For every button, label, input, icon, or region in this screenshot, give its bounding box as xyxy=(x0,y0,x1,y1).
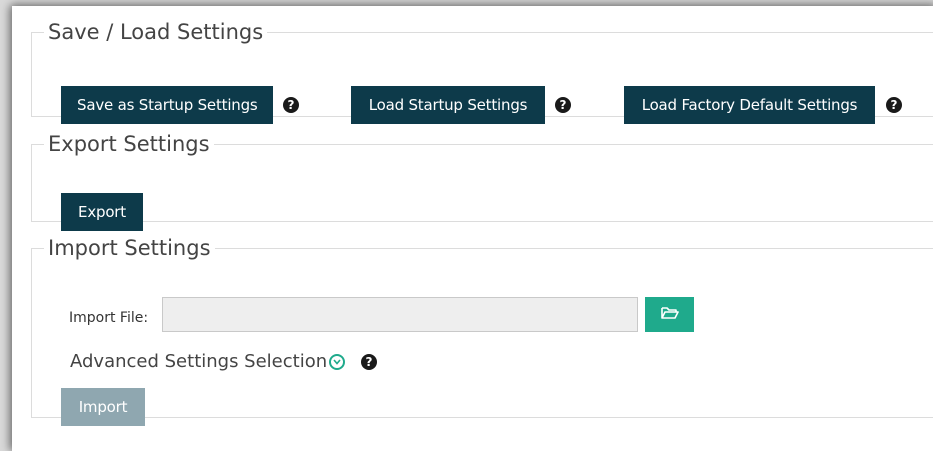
load-factory-default-button[interactable]: Load Factory Default Settings xyxy=(624,86,875,124)
load-factory-help-icon[interactable]: ? xyxy=(886,97,902,113)
save-startup-help-icon[interactable]: ? xyxy=(283,97,299,113)
advanced-settings-help-icon[interactable]: ? xyxy=(361,354,377,370)
advanced-settings-label: Advanced Settings Selection xyxy=(70,351,328,372)
export-legend: Export Settings xyxy=(48,132,210,156)
import-button[interactable]: Import xyxy=(61,388,145,426)
save-load-legend: Save / Load Settings xyxy=(48,20,264,44)
import-settings-section: Import Settings Import File: Advanced Se… xyxy=(31,236,933,426)
import-legend: Import Settings xyxy=(48,236,211,260)
folder-open-icon xyxy=(660,306,679,323)
import-file-label: Import File: xyxy=(69,310,149,326)
export-button[interactable]: Export xyxy=(61,193,143,231)
save-startup-button[interactable]: Save as Startup Settings xyxy=(61,86,273,124)
chevron-down-circle-icon[interactable] xyxy=(329,354,345,370)
load-startup-help-icon[interactable]: ? xyxy=(555,97,571,113)
export-settings-section: Export Settings Export xyxy=(31,132,933,231)
load-startup-button[interactable]: Load Startup Settings xyxy=(351,86,545,124)
browse-file-button[interactable] xyxy=(645,297,694,332)
import-file-field[interactable] xyxy=(162,297,638,332)
save-load-settings-section: Save / Load Settings Save as Startup Set… xyxy=(31,20,933,124)
settings-panel: Save / Load Settings Save as Startup Set… xyxy=(12,6,933,451)
